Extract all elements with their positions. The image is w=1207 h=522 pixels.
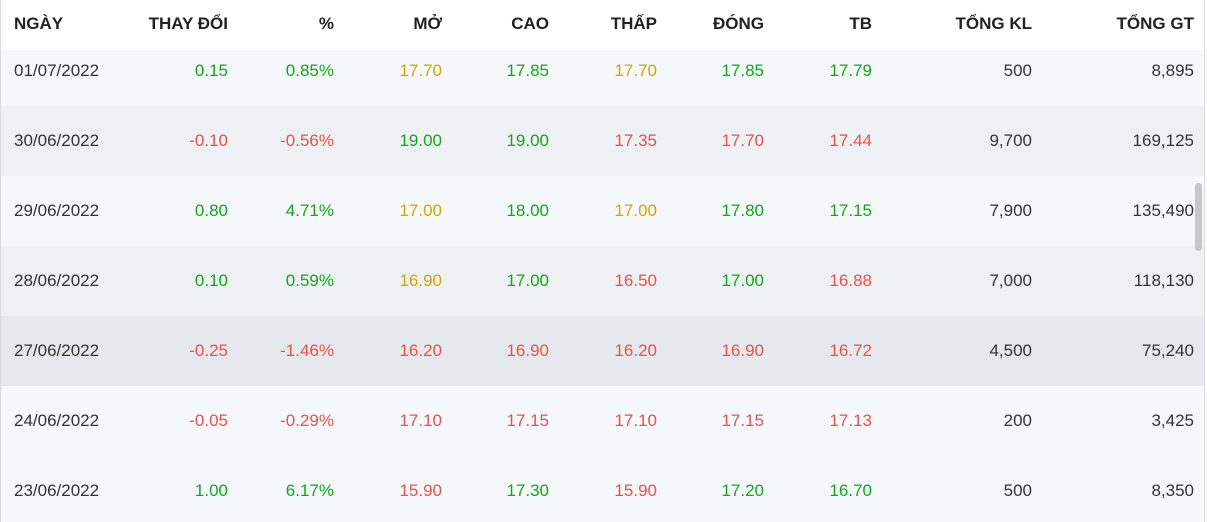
column-header-open[interactable]: MỞ [413,14,442,34]
change-cell: -0.10 [189,131,228,150]
avg-cell: 16.70 [829,481,872,500]
open-cell: 17.00 [399,201,442,220]
avg-cell: 17.79 [829,61,872,80]
high-cell: 18.00 [506,201,549,220]
volume-cell: 9,700 [989,131,1032,150]
close-cell: 17.80 [721,201,764,220]
price-history-table: 01/07/2022 0.15 0.85% 17.70 17.85 17.70 … [0,0,1205,522]
table-row[interactable]: 27/06/2022 -0.25 -1.46% 16.20 16.90 16.2… [1,316,1204,386]
percent-cell: 0.59% [285,271,334,290]
value-cell: 169,125 [1132,131,1194,150]
vertical-scrollbar-thumb[interactable] [1195,183,1202,251]
column-header-high[interactable]: CAO [511,14,549,34]
high-cell: 17.30 [506,481,549,500]
column-header-total-volume[interactable]: TỔNG KL [956,14,1033,34]
low-cell: 15.90 [614,481,657,500]
volume-cell: 500 [1003,481,1032,500]
table-row[interactable]: 29/06/2022 0.80 4.71% 17.00 18.00 17.00 … [1,176,1204,246]
high-cell: 19.00 [506,131,549,150]
low-cell: 17.70 [614,61,657,80]
low-cell: 16.20 [614,341,657,360]
close-cell: 17.85 [721,61,764,80]
close-cell: 17.70 [721,131,764,150]
change-cell: -0.25 [189,341,228,360]
change-cell: 0.80 [194,201,228,220]
percent-cell: -0.29% [280,411,334,430]
close-cell: 16.90 [721,341,764,360]
low-cell: 17.00 [614,201,657,220]
volume-cell: 7,900 [989,201,1032,220]
volume-cell: 500 [1003,61,1032,80]
column-header-avg[interactable]: TB [849,14,872,34]
open-cell: 15.90 [399,481,442,500]
close-cell: 17.15 [721,411,764,430]
avg-cell: 16.88 [829,271,872,290]
avg-cell: 17.15 [829,201,872,220]
low-cell: 17.35 [614,131,657,150]
volume-cell: 200 [1003,411,1032,430]
table-row[interactable]: 28/06/2022 0.10 0.59% 16.90 17.00 16.50 … [1,246,1204,316]
percent-cell: 6.17% [285,481,334,500]
avg-cell: 17.44 [829,131,872,150]
value-cell: 75,240 [1142,341,1194,360]
value-cell: 118,130 [1133,271,1194,290]
close-cell: 17.00 [721,271,764,290]
high-cell: 17.15 [506,411,549,430]
column-header-total-value[interactable]: TỔNG GT [1117,14,1194,34]
value-cell: 8,895 [1151,61,1194,80]
date-cell: 27/06/2022 [14,341,100,360]
percent-cell: -0.56% [280,131,334,150]
change-cell: 0.15 [194,61,228,80]
high-cell: 16.90 [506,341,549,360]
column-header-low[interactable]: THẤP [611,14,657,34]
date-cell: 01/07/2022 [14,61,100,80]
date-cell: 23/06/2022 [14,481,100,500]
volume-cell: 7,000 [989,271,1032,290]
percent-cell: 0.85% [285,61,334,80]
value-cell: 3,425 [1151,411,1194,430]
column-header-percent[interactable]: % [319,14,334,34]
date-cell: 30/06/2022 [14,131,100,150]
date-cell: 29/06/2022 [14,201,100,220]
open-cell: 16.20 [399,341,442,360]
low-cell: 17.10 [614,411,657,430]
value-cell: 135,490 [1132,201,1194,220]
high-cell: 17.85 [506,61,549,80]
change-cell: 1.00 [194,481,228,500]
close-cell: 17.20 [721,481,764,500]
low-cell: 16.50 [614,271,657,290]
avg-cell: 16.72 [829,341,872,360]
column-header-close[interactable]: ĐÓNG [713,14,764,34]
column-header-date[interactable]: NGÀY [14,14,63,34]
value-cell: 8,350 [1151,481,1194,500]
percent-cell: -1.46% [280,341,334,360]
high-cell: 17.00 [506,271,549,290]
volume-cell: 4,500 [989,341,1032,360]
table-row[interactable]: 24/06/2022 -0.05 -0.29% 17.10 17.15 17.1… [1,386,1204,456]
change-cell: 0.10 [194,271,228,290]
table-row[interactable]: 23/06/2022 1.00 6.17% 15.90 17.30 15.90 … [1,456,1204,522]
date-cell: 24/06/2022 [14,411,100,430]
table-header: NGÀY THAY ĐỔI % MỞ CAO THẤP ĐÓNG TB TỔNG… [1,0,1204,50]
open-cell: 19.00 [399,131,442,150]
date-cell: 28/06/2022 [14,271,100,290]
table-row[interactable]: 30/06/2022 -0.10 -0.56% 19.00 19.00 17.3… [1,106,1204,176]
avg-cell: 17.13 [829,411,872,430]
column-header-change[interactable]: THAY ĐỔI [149,14,228,34]
open-cell: 16.90 [399,271,442,290]
open-cell: 17.10 [399,411,442,430]
percent-cell: 4.71% [285,201,334,220]
change-cell: -0.05 [189,411,228,430]
open-cell: 17.70 [399,61,442,80]
